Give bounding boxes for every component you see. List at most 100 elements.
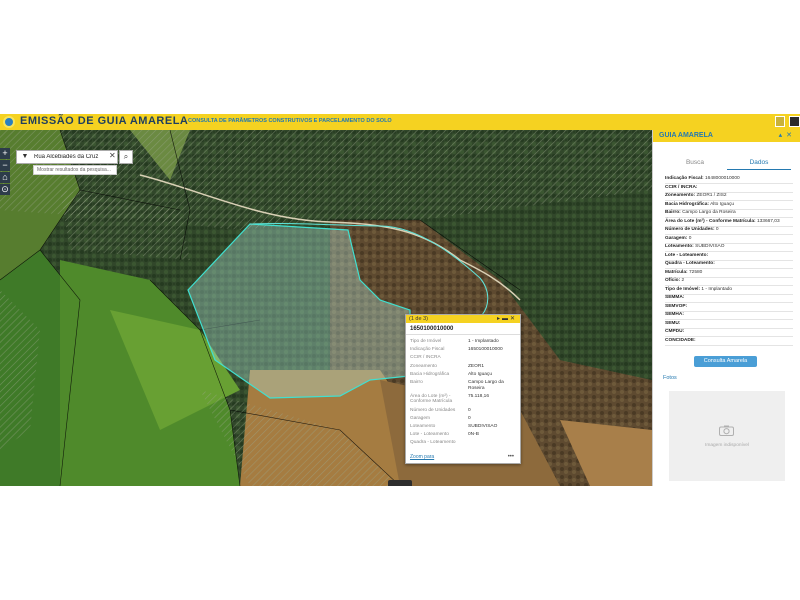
detail-key: SEMU:: [665, 320, 681, 326]
panel-tabs: Busca Dados: [663, 158, 791, 170]
detail-row: Área do Lote (m²) - Conforme Matrícula: …: [665, 219, 793, 227]
search-input[interactable]: [34, 152, 106, 162]
clear-search-icon[interactable]: ✕: [109, 151, 116, 160]
search-box: ▼ ✕: [16, 150, 118, 164]
attribute-label: Indicação Fiscal: [410, 347, 445, 353]
satellite-imagery: [0, 130, 652, 486]
popup-attribute-row: Bairro Campo Largo da Roseira: [410, 380, 516, 391]
detail-row: Loteamento: SUBDIVISAO: [665, 244, 793, 252]
zoom-out-button[interactable]: −: [0, 160, 10, 171]
detail-row: Ofício: 2: [665, 278, 793, 286]
tab-busca[interactable]: Busca: [663, 158, 727, 170]
detail-row: Número de Unidades: 0: [665, 227, 793, 235]
search-button[interactable]: ⌕: [119, 150, 133, 164]
zoom-in-button[interactable]: +: [0, 148, 10, 159]
header-tool-icon[interactable]: [775, 116, 785, 127]
detail-row: Bairro: Campo Largo da Roseira: [665, 210, 793, 218]
attribute-label: Lote - Loteamento: [410, 432, 449, 438]
detail-value: 2: [680, 278, 685, 283]
camera-icon: [719, 425, 734, 436]
detail-value: 133667,03: [755, 218, 780, 224]
attribute-value: 75.118,16: [468, 393, 489, 399]
attribute-value: [468, 440, 516, 446]
detail-key: CMPDU:: [665, 329, 685, 334]
attribute-value: SUBDIVISAO: [468, 423, 498, 429]
detail-key: Zoneamento:: [665, 193, 696, 198]
popup-attribute-row: Quadra - Loteamento: [410, 440, 516, 446]
detail-value: 0: [687, 235, 692, 241]
close-icon[interactable]: ✕: [786, 132, 796, 139]
attribute-value: 1 - Implantado: [468, 339, 499, 344]
side-panel: GUIA AMARELA ▴✕ Busca Dados Indicação Fi…: [652, 130, 800, 486]
detail-key: CONCIDADE:: [665, 337, 696, 343]
detail-key: CCIR / INCRA:: [665, 184, 698, 190]
popup-attribute-row: Zoneamento ZEOR1: [410, 364, 516, 370]
consulta-amarela-button[interactable]: Consulta Amarela: [694, 356, 757, 367]
detail-key: Área do Lote (m²) - Conforme Matrícula:: [665, 218, 756, 224]
detail-row: Zoneamento: ZEOR1 / ZIS2: [665, 193, 793, 201]
photo-placeholder: Imagem indisponível: [669, 391, 785, 481]
home-button[interactable]: ⌂: [0, 172, 10, 183]
close-icon[interactable]: ✕: [510, 316, 517, 322]
attribute-label: Área do Lote (m²) - Conforme Matrícula: [410, 393, 453, 405]
app-title: EMISSÃO DE GUIA AMARELA: [20, 115, 189, 127]
detail-value: Campo Largo da Roseira: [680, 210, 736, 215]
more-actions-icon[interactable]: •••: [508, 454, 514, 460]
zoom-to-link[interactable]: Zoom para: [410, 454, 434, 460]
search-icon: ⌕: [123, 152, 129, 161]
detail-value: 1648000010000: [703, 176, 740, 181]
detail-key: Indicação Fiscal:: [665, 176, 704, 181]
header-menu-icon[interactable]: [789, 116, 800, 127]
attribute-label: Quadra - Loteamento: [410, 440, 456, 446]
attribute-value: 0: [468, 407, 471, 413]
search-source-dropdown[interactable]: ▼: [18, 152, 32, 162]
attribute-label: Número de Unidades: [410, 407, 456, 413]
detail-row: Garagem: 0: [665, 236, 793, 244]
panel-header: GUIA AMARELA ▴✕: [653, 130, 800, 142]
detail-value: 0: [714, 227, 719, 232]
detail-row: Tipo de Imóvel: 1 - Implantado: [665, 287, 793, 295]
map-controls: + − ⌂ ⊙: [0, 148, 10, 196]
attribute-table-toggle[interactable]: [388, 480, 412, 486]
locate-button[interactable]: ⊙: [0, 184, 10, 195]
detail-row: CMPDU:: [665, 329, 793, 337]
map-view[interactable]: + − ⌂ ⊙ ▼ ✕ ⌕ Mostrar resultados da pesq…: [0, 130, 652, 486]
detail-row: SEMHA:: [665, 312, 793, 320]
attribute-label: Bairro: [410, 379, 423, 385]
detail-row: Indicação Fiscal: 1648000010000: [665, 176, 793, 184]
popup-toolbar: (1 de 3) ▸▬✕: [406, 315, 520, 323]
popup-attribute-row: Bacia Hidrográfica Alto Iguaçu: [410, 372, 516, 378]
tab-dados[interactable]: Dados: [727, 158, 791, 170]
popup-attribute-row: Área do Lote (m²) - Conforme Matrícula 75…: [410, 394, 516, 405]
dock-icon[interactable]: ▬: [502, 316, 510, 322]
attribute-value: 0N-B: [468, 432, 479, 438]
detail-row: CCIR / INCRA:: [665, 185, 793, 193]
detail-key: Quadra - Loteamento:: [665, 261, 715, 266]
search-results-hint[interactable]: Mostrar resultados da pesquisa...: [33, 165, 117, 175]
detail-value: 1 - Implantado: [700, 286, 733, 292]
popup-attribute-row: CCIR / INCRA: [410, 355, 516, 361]
detail-value: SUBDIVISAO: [693, 244, 725, 249]
detail-row: Bacia Hidrográfica: Alto Iguaçu: [665, 202, 793, 210]
popup-attribute-row: Loteamento SUBDIVISAO: [410, 424, 516, 430]
detail-key: Loteamento:: [665, 244, 694, 249]
attribute-label: Garagem: [410, 415, 430, 421]
app-logo: [3, 116, 15, 128]
attribute-value: Campo Largo da Roseira: [468, 379, 504, 391]
panel-title: GUIA AMARELA: [659, 132, 713, 139]
detail-row: Matrícula: 72580: [665, 270, 793, 278]
attribute-label: Loteamento: [410, 423, 436, 429]
attribute-value: Alto Iguaçu: [468, 371, 493, 377]
popup-attribute-row: Tipo de Imóvel 1 - Implantado: [410, 339, 516, 345]
popup-attribute-row: Número de Unidades 0: [410, 408, 516, 414]
popup-title: 1650100010000: [406, 323, 520, 335]
popup-attribute-row: Garagem 0: [410, 416, 516, 422]
popup-attribute-row: Lote - Loteamento 0N-B: [410, 432, 516, 438]
minimize-icon[interactable]: ▴: [779, 132, 787, 139]
detail-value: 72580: [687, 269, 703, 275]
attribute-value: 1650100010000: [468, 347, 503, 353]
detail-row: CONCIDADE:: [665, 338, 793, 346]
app-header: EMISSÃO DE GUIA AMARELA CONSULTA DE PARÂ…: [0, 114, 800, 130]
popup-attribute-row: Indicação Fiscal 1650100010000: [410, 347, 516, 353]
popup-attributes: Tipo de Imóvel 1 - Implantado Indicação Fi…: [410, 339, 516, 446]
